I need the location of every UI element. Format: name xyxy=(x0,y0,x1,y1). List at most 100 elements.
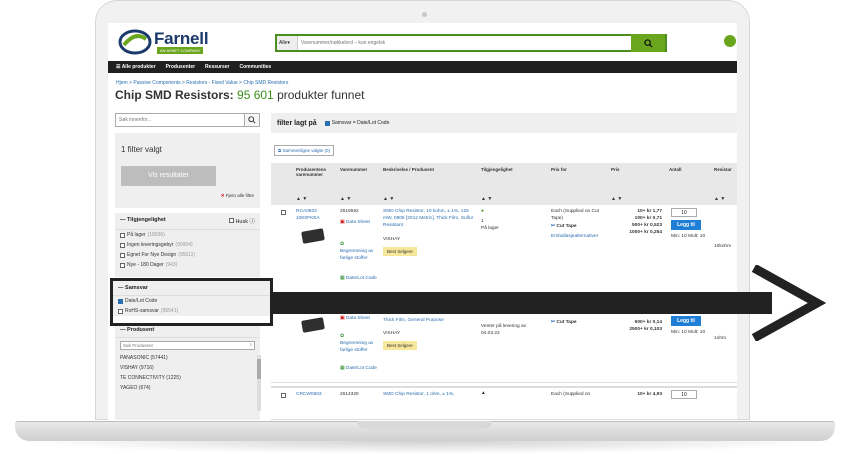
facet-option[interactable]: Egnet For Nye Design (95511) xyxy=(115,250,260,260)
sort-arrows[interactable]: ▲ ▼ xyxy=(383,196,394,202)
price-break: 1000+ kr 0,254 xyxy=(629,230,662,235)
search-input[interactable] xyxy=(301,36,601,50)
manufacturer-option[interactable]: YAGEO (674) xyxy=(115,383,260,393)
option-label: Ingen leveringsgebyr xyxy=(127,242,174,248)
remember-checkbox[interactable] xyxy=(228,218,234,223)
facet-option[interactable]: Nye - 180 Dager (943) xyxy=(115,260,260,270)
sort-arrows[interactable]: ▲ ▼ xyxy=(714,196,725,202)
compare-label: Sammenligne valgte (0) xyxy=(282,148,330,153)
mpn-link[interactable]: CRCW0603 xyxy=(296,391,322,398)
chip-label: Samsvar = Date/Lot Code xyxy=(331,120,390,126)
order-code: 2614328 xyxy=(340,392,359,397)
screen: Farnell AN AVNET COMPANY Alle▾ ☰ Alle pr… xyxy=(108,23,737,420)
quantity-input[interactable]: 10 xyxy=(671,390,697,399)
manufacturer-option[interactable]: TE CONNECTIVITY (1225) xyxy=(115,373,260,383)
refine-search-button[interactable] xyxy=(244,114,259,126)
applied-filter-chip[interactable]: Samsvar = Date/Lot Code xyxy=(324,120,390,126)
option-count: (90004) xyxy=(175,242,193,248)
search-icon xyxy=(248,116,256,124)
search-scope-label: Alle xyxy=(279,40,288,46)
manufacturer-option[interactable]: VISHAY (9716) xyxy=(115,363,260,373)
camera-dot xyxy=(422,12,427,17)
rohs-link[interactable]: ✿ Begrensning av farlige stoffer xyxy=(340,241,380,262)
packaging-options-link[interactable]: Emballasjealternativer xyxy=(551,233,598,240)
account-icon[interactable] xyxy=(724,35,736,47)
column-header[interactable]: Tilgjengelighet xyxy=(481,167,513,172)
facet-option[interactable]: På lager (18936) xyxy=(115,230,260,240)
table-row: CRCW0603 2614328 SMD Chip Resistor, 1 oh… xyxy=(271,387,737,420)
checkbox[interactable] xyxy=(120,252,125,258)
compare-button[interactable]: ⧉ Sammenligne valgte (0) xyxy=(274,145,334,156)
sort-arrows[interactable]: ▲ ▼ xyxy=(296,196,307,202)
row-checkbox[interactable] xyxy=(281,210,286,215)
column-header[interactable]: Varenummer xyxy=(340,167,367,172)
selected-filters-box: 1 filter valgt Vis resultater ✕ Fjern al… xyxy=(115,133,260,208)
nav-communities[interactable]: Communities xyxy=(240,64,272,70)
datasheet-link[interactable]: ▣ Data Sheet xyxy=(340,219,380,226)
nav-resources[interactable]: Ressurser xyxy=(205,64,229,70)
compliance-facet-highlight: — Samsvar Date/Lot Code RoHS-samsvar (95… xyxy=(110,278,273,326)
scissors-icon: ✂ xyxy=(551,224,556,229)
search-bar: Alle▾ xyxy=(275,34,667,52)
manufacturer-placeholder: Søk Produsent xyxy=(123,343,153,348)
show-results-button[interactable]: Vis resultater xyxy=(121,166,216,186)
clear-filters-link[interactable]: ✕ Fjern alle filtre xyxy=(221,193,254,199)
column-header[interactable]: Resistar xyxy=(714,167,732,172)
row-checkbox[interactable] xyxy=(281,393,286,398)
site-header: Farnell AN AVNET COMPANY Alle▾ xyxy=(108,23,737,60)
bestseller-badge: Best Selgere xyxy=(383,247,417,256)
manufacturer-search-input[interactable]: Søk Produsent ⌕ xyxy=(120,341,255,350)
product-description[interactable]: SMD Chip Resistor, 1 ohm, ± 1%, xyxy=(383,391,475,398)
search-scope-select[interactable]: Alle▾ xyxy=(277,36,298,50)
laptop-notch xyxy=(357,421,492,429)
checkbox[interactable] xyxy=(324,120,330,126)
column-header[interactable]: Pris xyxy=(611,167,620,172)
column-header[interactable]: Produsentens varenummer xyxy=(296,167,336,177)
main-nav: ☰ Alle produkter Produsenter Ressurser C… xyxy=(108,61,737,73)
facet-title: Tilgjengelighet xyxy=(127,217,166,223)
product-image[interactable] xyxy=(301,228,325,244)
column-header[interactable]: Pris for xyxy=(551,167,567,172)
sort-arrows[interactable]: ▲ ▼ xyxy=(481,196,492,202)
manufacturer-option[interactable]: PANASONIC (57441) xyxy=(115,353,260,363)
option-count: (18936) xyxy=(147,232,165,238)
refine-search-input[interactable]: Søk innenfor... xyxy=(115,113,260,127)
nav-all-products[interactable]: ☰ Alle produkter xyxy=(116,64,156,70)
column-header[interactable]: Antall xyxy=(669,167,682,172)
search-icon: ⌕ xyxy=(249,342,252,347)
option-label: Nye - 180 Dager xyxy=(127,262,164,268)
mpn-link[interactable]: RCA0603 10K0FKEA xyxy=(296,208,338,222)
checkbox[interactable] xyxy=(120,242,125,248)
scrollbar-thumb[interactable] xyxy=(257,359,261,379)
facet-option[interactable]: Ingen leveringsgebyr (90004) xyxy=(115,240,260,250)
date-code-link[interactable]: ▦ Date/Lot Code xyxy=(340,365,380,372)
price-break: 10+ kr 4,93 xyxy=(637,392,662,397)
facet-title: Produsent xyxy=(127,327,155,333)
remember-label: Husk xyxy=(235,219,248,225)
checkbox[interactable] xyxy=(120,232,125,238)
farnell-logo-icon[interactable] xyxy=(118,29,152,55)
pointer-arrow-icon xyxy=(262,265,827,341)
breadcrumb[interactable]: Hjem > Passive Components > Resistors - … xyxy=(116,80,288,86)
sort-arrows[interactable]: ▲ ▼ xyxy=(340,196,351,202)
nav-manufacturers[interactable]: Produsenter xyxy=(166,64,195,70)
quantity-input[interactable]: 10 xyxy=(671,208,697,217)
checkbox[interactable] xyxy=(118,298,123,304)
rohs-icon: ✿ xyxy=(340,242,345,247)
cut-tape-label: ✂ Cut Tape xyxy=(551,223,577,230)
result-count: 95 601 xyxy=(237,88,274,102)
nav-label: Alle produkter xyxy=(121,64,156,70)
option-count: (95511) xyxy=(178,252,196,258)
add-to-cart-button[interactable]: Legg til xyxy=(671,220,701,230)
product-description[interactable]: SMD Chip Resistor, 10 kohm, ± 1%, 125 mW… xyxy=(383,208,475,229)
column-header[interactable]: Beskrivelse / Produsent xyxy=(383,167,434,172)
page-title: Chip SMD Resistors: 95 601 produkter fun… xyxy=(115,88,364,102)
search-button[interactable] xyxy=(631,34,665,52)
sort-arrows[interactable]: ▲ ▼ xyxy=(611,196,622,202)
facet-option[interactable]: Date/Lot Code xyxy=(113,296,270,306)
facet-option[interactable]: RoHS-samsvar (95541) xyxy=(113,306,270,316)
checkbox[interactable] xyxy=(120,262,125,268)
checkbox[interactable] xyxy=(118,308,123,314)
cut-tape-text: Cut Tape xyxy=(556,224,577,229)
datasheet-label: Data Sheet xyxy=(345,220,370,225)
